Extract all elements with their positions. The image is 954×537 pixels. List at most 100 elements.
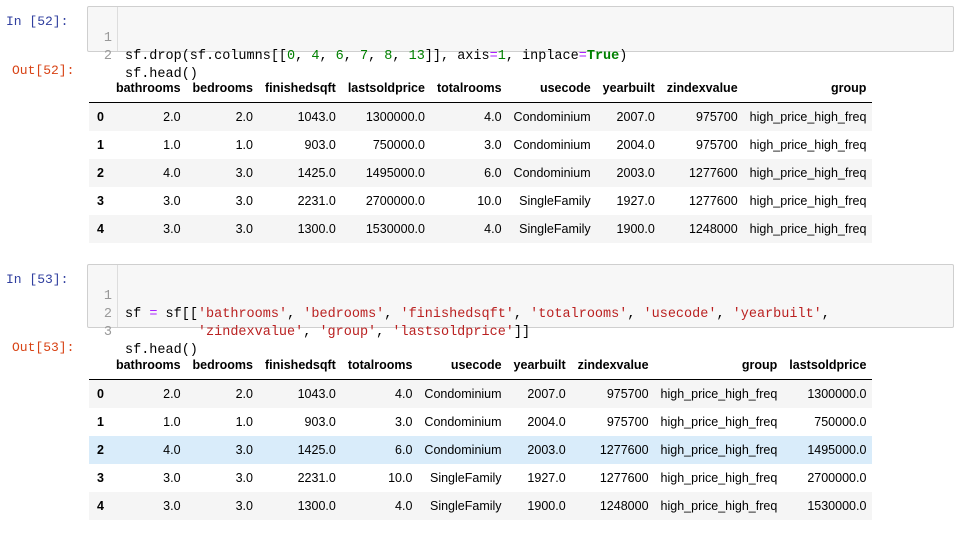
table-row: 2 4.0 3.0 1425.0 1495000.0 6.0 Condominium 2003… <box>89 159 873 187</box>
table-header-row: bathrooms bedrooms finishedsqft totalrooms u… <box>89 351 873 380</box>
table-row: 3 3.0 3.0 2231.0 10.0 SingleFamily 1927.0 12776… <box>89 464 872 492</box>
table-cell: high_price_high_freq <box>660 387 778 401</box>
table-cell: 2007.0 <box>616 110 655 124</box>
table-cell: SingleFamily <box>429 499 502 513</box>
code-line[interactable]: 1 sf = sf[['bathrooms', 'bedrooms', 'fin… <box>88 270 830 322</box>
input-prompt-52: In [52]: <box>6 14 69 29</box>
code-text: 'zindexvalue', 'group', 'lastsoldprice']… <box>197 325 531 340</box>
table-cell: 4.0 <box>163 443 181 457</box>
line-number: 3 <box>103 325 112 340</box>
column-header: usecode <box>418 351 508 380</box>
table-cell: 2.0 <box>163 387 181 401</box>
table-cell: 2700000.0 <box>807 471 867 485</box>
table-cell: 1927.0 <box>527 471 566 485</box>
table-row: 4 3.0 3.0 1300.0 1530000.0 4.0 SingleFamily 190… <box>89 215 873 243</box>
table-cell: 2700000.0 <box>365 194 425 208</box>
table-row: 4 3.0 3.0 1300.0 4.0 SingleFamily 1900.0 124800… <box>89 492 873 520</box>
table-cell: 3.0 <box>235 166 253 180</box>
table-cell: 10.0 <box>477 194 502 208</box>
code-line[interactable]: 2 'zindexvalue', 'group', 'lastsoldprice… <box>88 288 530 340</box>
table-cell: SingleFamily <box>429 471 502 485</box>
table-cell: 750000.0 <box>814 415 867 429</box>
output-prompt-52: Out[52]: <box>12 63 75 78</box>
table-cell: 1.0 <box>163 138 181 152</box>
column-header: bathrooms <box>109 74 187 103</box>
line-number: 2 <box>103 49 112 64</box>
table-cell: 975700 <box>606 387 649 401</box>
row-index: 0 <box>97 110 104 124</box>
table-cell: 1248000 <box>688 222 738 236</box>
table-row: 2 4.0 3.0 1425.0 6.0 Condominium 2003.0 1277600… <box>89 436 873 464</box>
column-header: group <box>743 74 873 103</box>
table-header-row: bathrooms bedrooms finishedsqft lastsoldpri… <box>89 74 873 103</box>
table-cell: 2003.0 <box>527 443 566 457</box>
table-cell: 1277600 <box>688 194 738 208</box>
table-cell: 2003.0 <box>616 166 655 180</box>
table-cell: 4.0 <box>395 499 413 513</box>
table-cell: 2004.0 <box>527 415 566 429</box>
column-header: totalrooms <box>341 351 419 380</box>
table-cell: 3.0 <box>235 194 253 208</box>
table-cell: 1277600 <box>599 471 649 485</box>
column-header: lastsoldprice <box>341 74 431 103</box>
table-cell: high_price_high_freq <box>749 110 867 124</box>
column-header: finishedsqft <box>258 74 342 103</box>
dataframe-table-53: bathrooms bedrooms finishedsqft totalrooms u… <box>89 351 873 520</box>
code-cell-53[interactable]: 1 sf = sf[['bathrooms', 'bedrooms', 'fin… <box>87 264 954 358</box>
table-cell: high_price_high_freq <box>660 415 778 429</box>
table-cell: 2004.0 <box>616 138 655 152</box>
column-header <box>89 74 110 103</box>
table-cell: 1530000.0 <box>365 222 425 236</box>
table-cell: 1530000.0 <box>807 499 867 513</box>
table-row: 0 2.0 2.0 1043.0 4.0 Condominium 2007.0 975700 h… <box>89 379 873 408</box>
code-text: sf = sf[['bathrooms', 'bedrooms', 'finis… <box>125 307 830 322</box>
table-cell: 975700 <box>606 415 649 429</box>
input-prompt-53: In [53]: <box>6 272 69 287</box>
code-line[interactable]: 3 sf.head() <box>88 306 198 358</box>
table-cell: high_price_high_freq <box>749 138 867 152</box>
table-cell: 2231.0 <box>297 471 336 485</box>
table-cell: 1900.0 <box>527 499 566 513</box>
code-text: sf.drop(sf.columns[[0, 4, 6, 7, 8, 13]],… <box>125 49 628 64</box>
table-cell: 6.0 <box>395 443 413 457</box>
table-cell: 1300000.0 <box>807 387 867 401</box>
column-header <box>89 351 110 380</box>
row-index: 1 <box>97 138 104 152</box>
table-cell: 2.0 <box>235 387 253 401</box>
row-index: 4 <box>97 222 104 236</box>
table-cell: Condominium <box>513 138 591 152</box>
table-row: 3 3.0 3.0 2231.0 2700000.0 10.0 SingleFamily 19… <box>89 187 872 215</box>
table-cell: Condominium <box>513 110 591 124</box>
table-cell: high_price_high_freq <box>660 443 778 457</box>
table-row: 0 2.0 2.0 1043.0 1300000.0 4.0 Condominium 2007… <box>89 102 873 131</box>
table-cell: 1425.0 <box>297 443 336 457</box>
table-cell: 2231.0 <box>297 194 336 208</box>
column-header: zindexvalue <box>660 74 744 103</box>
table-cell: 3.0 <box>235 222 253 236</box>
row-index: 2 <box>97 166 104 180</box>
table-cell: 1300.0 <box>297 499 336 513</box>
column-header: usecode <box>507 74 597 103</box>
table-cell: SingleFamily <box>519 222 591 236</box>
table-cell: 4.0 <box>484 222 502 236</box>
table-cell: SingleFamily <box>519 194 591 208</box>
table-cell: 1043.0 <box>297 110 336 124</box>
table-cell: 3.0 <box>484 138 502 152</box>
table-cell: 903.0 <box>304 415 336 429</box>
column-header: group <box>654 351 784 380</box>
column-header: lastsoldprice <box>783 351 873 380</box>
table-cell: 1248000 <box>599 499 649 513</box>
table-cell: 3.0 <box>395 415 413 429</box>
code-line[interactable]: 1 sf.drop(sf.columns[[0, 4, 6, 7, 8, 13]… <box>88 12 627 64</box>
table-cell: 1.0 <box>163 415 181 429</box>
table-cell: 4.0 <box>484 110 502 124</box>
table-cell: Condominium <box>513 166 591 180</box>
table-cell: high_price_high_freq <box>749 166 867 180</box>
code-line[interactable]: 2 sf.head() <box>88 30 198 82</box>
column-header: bedrooms <box>186 351 259 380</box>
code-cell-52[interactable]: 1 sf.drop(sf.columns[[0, 4, 6, 7, 8, 13]… <box>87 6 954 82</box>
table-cell: 1043.0 <box>297 387 336 401</box>
table-cell: 6.0 <box>484 166 502 180</box>
row-index: 2 <box>97 443 104 457</box>
table-cell: Condominium <box>424 443 502 457</box>
